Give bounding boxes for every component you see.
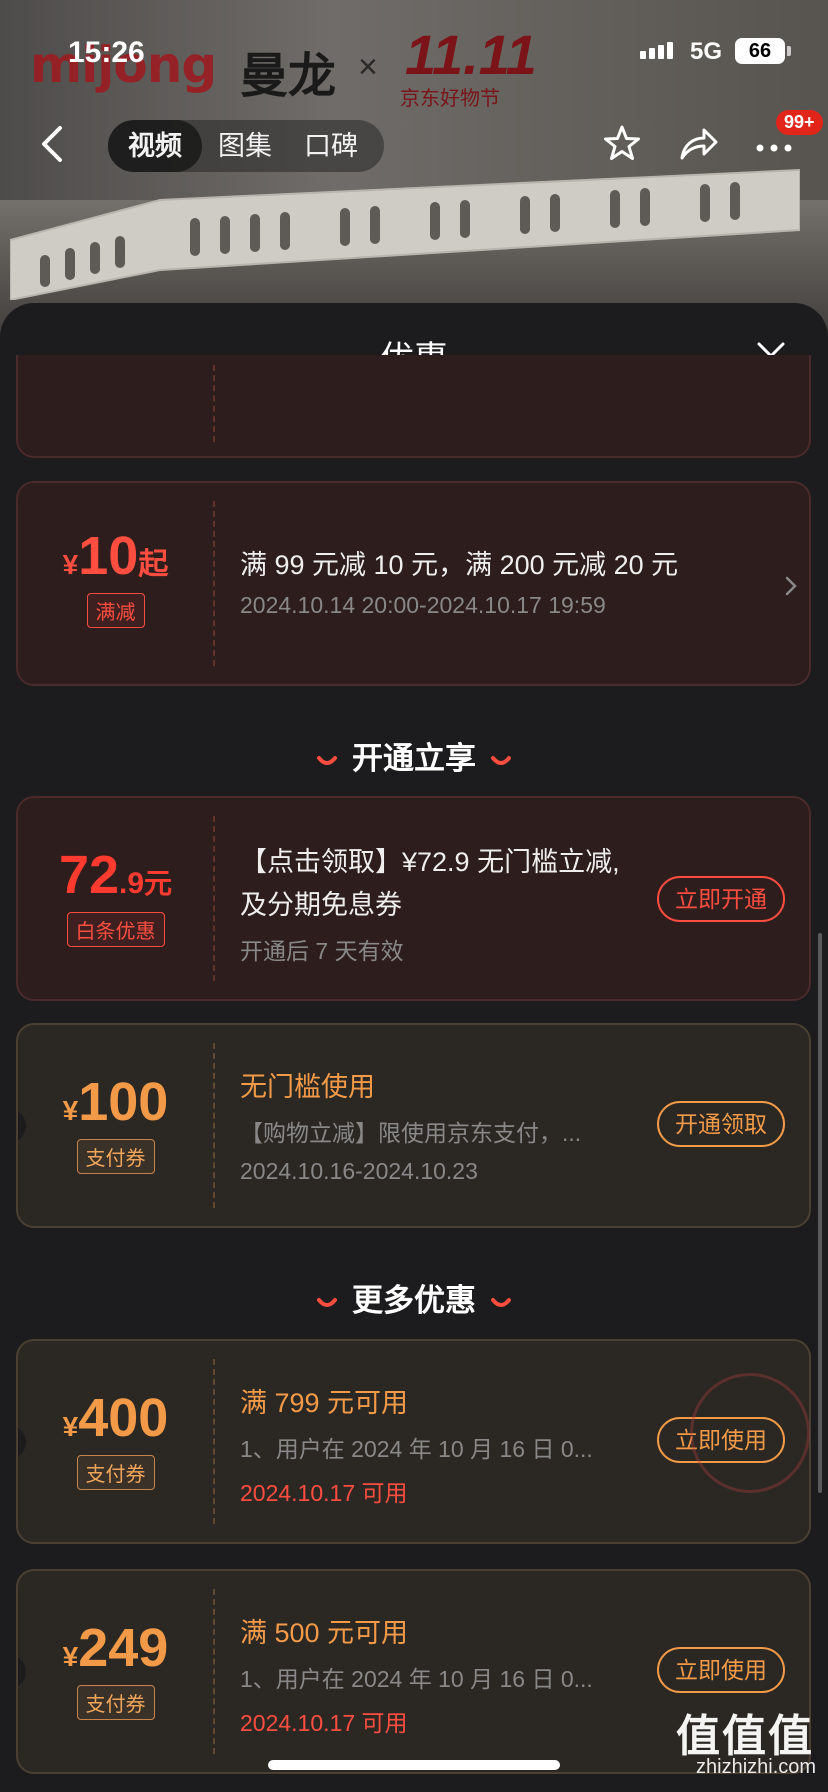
back-arrow-icon[interactable] bbox=[36, 124, 70, 164]
network-type: 5G bbox=[690, 38, 723, 65]
coupon-amount-block: ¥249 支付券 bbox=[18, 1617, 213, 1720]
section-more-discounts: 更多优惠 bbox=[0, 1275, 828, 1320]
section-title: 开通立享 bbox=[352, 741, 476, 776]
coupon-title: 满 799 元可用 bbox=[240, 1388, 409, 1418]
amount-value: 72 bbox=[58, 845, 120, 905]
home-indicator[interactable] bbox=[268, 1760, 560, 1770]
coupon-description: 【购物立减】限使用京东支付，... bbox=[240, 1120, 582, 1146]
chevron-down-icon bbox=[317, 1297, 337, 1307]
discount-sheet: 优惠 ¥10起 满减 满 99 元减 10 元，满 200 元减 20 元 20… bbox=[0, 303, 828, 1792]
activate-claim-button[interactable]: 开通领取 bbox=[657, 1101, 785, 1147]
status-time: 15:26 bbox=[68, 36, 145, 69]
section-open-benefits: 开通立享 bbox=[0, 733, 828, 778]
section-title: 更多优惠 bbox=[352, 1283, 476, 1318]
message-badge: 99+ bbox=[776, 110, 823, 135]
coupon-tag: 支付券 bbox=[76, 1685, 155, 1720]
activate-now-button[interactable]: 立即开通 bbox=[657, 876, 785, 922]
use-now-button[interactable]: 立即使用 bbox=[657, 1647, 785, 1693]
coupon-card-baitiao[interactable]: 72.9元 白条优惠 【点击领取】¥72.9 无门槛立减, 及分期免息券 开通后… bbox=[16, 796, 811, 1001]
amount-value: 400 bbox=[78, 1388, 169, 1448]
amount-decimal: .9 bbox=[119, 867, 145, 900]
chevron-down-icon bbox=[491, 755, 511, 765]
amount-value: 100 bbox=[78, 1072, 169, 1132]
status-bar: 15:26 5G 66 bbox=[0, 0, 828, 100]
amount-suffix: 起 bbox=[138, 548, 169, 581]
coupon-tag: 支付券 bbox=[76, 1455, 155, 1490]
coupon-validity: 2024.10.14 20:00-2024.10.17 19:59 bbox=[240, 592, 606, 618]
star-icon[interactable] bbox=[600, 122, 644, 166]
coupon-card-payment-100[interactable]: ¥100 支付券 无门槛使用 【购物立减】限使用京东支付，... 2024.10… bbox=[16, 1023, 811, 1228]
coupon-info: 无门槛使用 【购物立减】限使用京东支付，... 2024.10.16-2024.… bbox=[240, 1065, 581, 1185]
battery-tip bbox=[787, 46, 791, 56]
currency-symbol: ¥ bbox=[62, 1641, 79, 1672]
coupon-info: 【点击领取】¥72.9 无门槛立减, 及分期免息券 开通后 7 天有效 bbox=[240, 840, 620, 966]
media-tabs: 视频 图集 口碑 bbox=[108, 120, 384, 172]
chevron-down-icon bbox=[317, 755, 337, 765]
coupon-available-date: 2024.10.17 可用 bbox=[240, 1480, 408, 1506]
currency-symbol: ¥ bbox=[62, 1411, 79, 1442]
coupon-amount: ¥100 bbox=[18, 1071, 213, 1133]
coupon-title: 【点击领取】¥72.9 无门槛立减, bbox=[240, 847, 620, 877]
coupon-description: 1、用户在 2024 年 10 月 16 日 0... bbox=[240, 1436, 593, 1462]
amount-unit: 元 bbox=[144, 868, 173, 899]
coupon-amount: ¥400 bbox=[18, 1387, 213, 1449]
coupon-amount: ¥10起 bbox=[18, 525, 213, 587]
play-fence-image bbox=[10, 168, 800, 300]
share-icon[interactable] bbox=[676, 122, 720, 166]
amount-value: 249 bbox=[78, 1618, 169, 1678]
coupon-card-partial[interactable] bbox=[16, 355, 811, 458]
tab-video[interactable]: 视频 bbox=[108, 120, 202, 172]
cellular-signal-icon bbox=[640, 42, 673, 59]
coupon-tag: 满减 bbox=[86, 593, 145, 628]
chevron-down-icon bbox=[491, 1297, 511, 1307]
coupon-amount: 72.9元 bbox=[18, 844, 213, 906]
coupon-title: 满 500 元可用 bbox=[240, 1618, 409, 1648]
coupon-amount: ¥249 bbox=[18, 1617, 213, 1679]
coupon-amount-block: ¥100 支付券 bbox=[18, 1071, 213, 1174]
coupon-tag: 支付券 bbox=[76, 1139, 155, 1174]
currency-symbol: ¥ bbox=[62, 1095, 79, 1126]
chevron-right-icon[interactable] bbox=[784, 575, 798, 597]
coupon-title-line2: 及分期免息券 bbox=[240, 890, 402, 920]
coupon-available-date: 2024.10.17 可用 bbox=[240, 1710, 408, 1736]
coupon-description: 1、用户在 2024 年 10 月 16 日 0... bbox=[240, 1666, 593, 1692]
coupon-validity: 2024.10.16-2024.10.23 bbox=[240, 1158, 478, 1184]
coupon-amount-block: 72.9元 白条优惠 bbox=[18, 844, 213, 947]
coupon-title: 满 99 元减 10 元，满 200 元减 20 元 bbox=[240, 550, 679, 580]
currency-symbol: ¥ bbox=[62, 549, 79, 580]
site-watermark: 值值值 bbox=[676, 1712, 814, 1761]
coupon-title: 无门槛使用 bbox=[240, 1072, 375, 1102]
battery-icon: 66 bbox=[735, 38, 785, 64]
tab-reviews[interactable]: 口碑 bbox=[288, 120, 374, 172]
coupon-info: 满 799 元可用 1、用户在 2024 年 10 月 16 日 0... 20… bbox=[240, 1381, 593, 1508]
coupon-info: 满 500 元可用 1、用户在 2024 年 10 月 16 日 0... 20… bbox=[240, 1611, 593, 1738]
coupon-card-full-reduction[interactable]: ¥10起 满减 满 99 元减 10 元，满 200 元减 20 元 2024.… bbox=[16, 481, 811, 686]
top-nav-bar: 视频 图集 口碑 99+ bbox=[0, 110, 828, 180]
site-watermark-url: zhizhizhi.com bbox=[696, 1756, 817, 1778]
coupon-amount-block: ¥400 支付券 bbox=[18, 1387, 213, 1490]
coupon-tag: 白条优惠 bbox=[66, 912, 165, 947]
coupon-info: 满 99 元减 10 元，满 200 元减 20 元 2024.10.14 20… bbox=[240, 543, 678, 619]
scrollbar[interactable] bbox=[818, 933, 822, 1493]
amount-value: 10 bbox=[78, 526, 139, 586]
tab-gallery[interactable]: 图集 bbox=[202, 120, 288, 172]
coupon-amount-block: ¥10起 满减 bbox=[18, 525, 213, 628]
coupon-validity: 开通后 7 天有效 bbox=[240, 938, 404, 964]
